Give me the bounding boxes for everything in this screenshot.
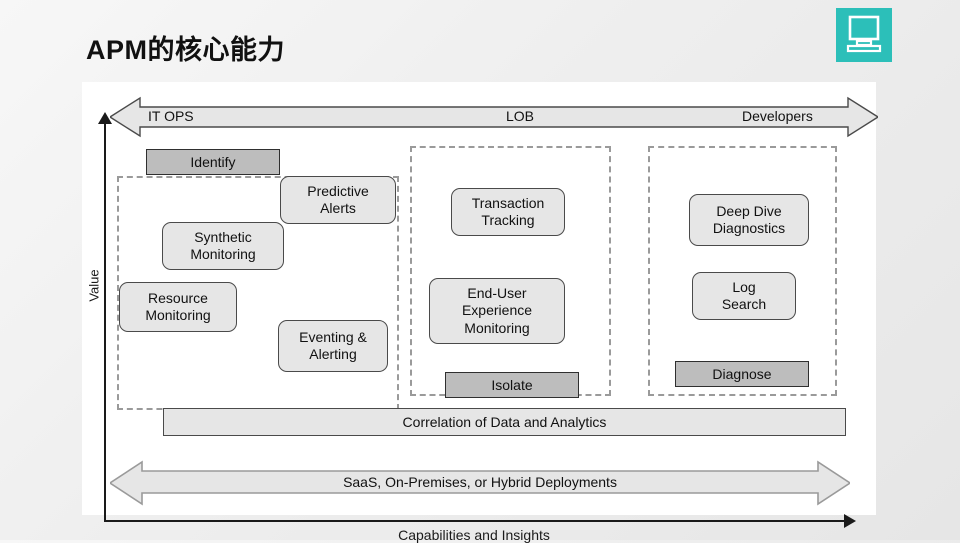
x-axis-label: Capabilities and Insights	[398, 527, 550, 543]
y-axis-label: Value	[86, 269, 102, 302]
audience-label-developers: Developers	[742, 108, 813, 124]
capability-eventing-alerting[interactable]: Eventing & Alerting	[278, 320, 388, 372]
capability-text: Log Search	[721, 278, 767, 313]
capability-text: End-User Experience Monitoring	[461, 284, 533, 336]
capability-text: Transaction Tracking	[471, 194, 545, 229]
stage-label-diagnose[interactable]: Diagnose	[675, 361, 809, 387]
capability-synthetic-monitoring[interactable]: Synthetic Monitoring	[162, 222, 284, 270]
capability-text: Eventing & Alerting	[299, 328, 367, 363]
y-axis-line	[104, 122, 106, 522]
capability-text: Predictive Alerts	[307, 182, 369, 217]
correlation-bar[interactable]: Correlation of Data and Analytics	[163, 408, 846, 436]
x-axis-arrowhead	[844, 514, 856, 528]
audience-label-it-ops: IT OPS	[148, 108, 194, 124]
capability-log-search[interactable]: Log Search	[692, 272, 796, 320]
x-axis-line	[104, 520, 846, 522]
brand-logo	[836, 8, 892, 62]
stage-label-isolate[interactable]: Isolate	[445, 372, 579, 398]
capability-end-user-experience-monitoring[interactable]: End-User Experience Monitoring	[429, 278, 565, 344]
capability-text: Resource Monitoring	[145, 289, 211, 324]
deployment-arrow-label: SaaS, On-Premises, or Hybrid Deployments	[343, 474, 617, 490]
capability-transaction-tracking[interactable]: Transaction Tracking	[451, 188, 565, 236]
computer-monitor-icon	[846, 15, 882, 53]
capability-resource-monitoring[interactable]: Resource Monitoring	[119, 282, 237, 332]
stage-label-identify[interactable]: Identify	[146, 149, 280, 175]
capability-text: Synthetic Monitoring	[190, 228, 256, 263]
capability-text: Deep Dive Diagnostics	[712, 202, 786, 237]
page-title: APM的核心能力	[86, 35, 285, 65]
group-box-lob	[410, 146, 611, 396]
group-box-developers	[648, 146, 837, 396]
diagram-panel: Value Capabilities and Insights IT OPS L…	[82, 82, 878, 543]
capability-predictive-alerts[interactable]: Predictive Alerts	[280, 176, 396, 224]
audience-label-lob: LOB	[506, 108, 535, 124]
capability-deep-dive-diagnostics[interactable]: Deep Dive Diagnostics	[689, 194, 809, 246]
slide-canvas: APM的核心能力 Value Capabilities and Insights…	[0, 0, 960, 543]
